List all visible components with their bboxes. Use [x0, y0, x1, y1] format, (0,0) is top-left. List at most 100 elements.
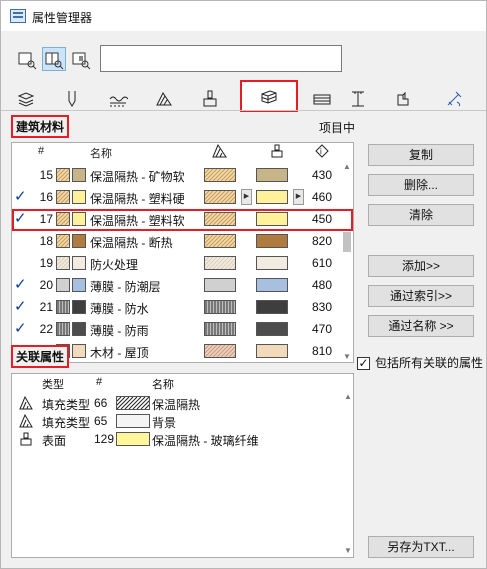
surface-swatch: [72, 256, 86, 270]
fill-picker-arrow-icon[interactable]: ▶: [241, 189, 252, 205]
row-num: 20: [39, 278, 53, 292]
tab-fill-types[interactable]: [141, 86, 187, 112]
fill-swatch: [56, 190, 70, 204]
check-icon: ✓: [14, 298, 27, 315]
table-row[interactable]: ✓ 22 薄膜 - 防雨 470: [12, 319, 340, 339]
tab-surfaces[interactable]: [187, 86, 233, 112]
surface-color-swatch: [256, 344, 288, 358]
attribute-tab-bar: [1, 80, 486, 112]
assoc-swatch: [116, 432, 150, 446]
check-icon: ✓: [14, 210, 27, 227]
surface-swatch: [72, 278, 86, 292]
search-input[interactable]: [100, 45, 342, 72]
scroll-thumb[interactable]: [343, 232, 351, 252]
fill-pattern-swatch: [204, 344, 236, 358]
fill-pattern-swatch: [204, 168, 236, 182]
col2-name: 名称: [152, 379, 174, 391]
table-row[interactable]: 18 保温隔热 - 断热 820: [12, 231, 340, 251]
add-button[interactable]: 添加>>: [368, 255, 474, 277]
assoc-type: 表面: [42, 434, 67, 448]
fill-swatch: [56, 322, 70, 336]
assoc-row[interactable]: 表面 129 保温隔热 - 玻璃纤维: [12, 430, 342, 448]
tab-profiles[interactable]: [335, 86, 381, 112]
include-all-label: 包括所有关联的属性: [375, 356, 484, 370]
assoc-row[interactable]: 填充类型 65 背景: [12, 412, 342, 430]
by-index-button[interactable]: 通过索引>>: [368, 285, 474, 307]
row-priority: 470: [311, 322, 332, 336]
row-name: 保温隔热 - 塑料软: [90, 214, 185, 228]
surface-swatch: [72, 322, 86, 336]
surface-color-swatch: [256, 190, 288, 204]
table-row[interactable]: ✓ 17 保温隔热 - 塑料软 450: [12, 209, 340, 229]
table-row-selected[interactable]: ✓ 16 保温隔热 - 塑料硬 460 ▶ ▶: [12, 187, 340, 207]
fill-pattern-swatch: [204, 300, 236, 314]
save-as-txt-button[interactable]: 另存为TXT...: [368, 536, 474, 558]
building-materials-heading: 建筑材料: [11, 115, 70, 138]
by-name-button[interactable]: 通过名称 >>: [368, 315, 474, 337]
window-title: 属性管理器: [32, 11, 93, 25]
surface-picker-arrow-icon[interactable]: ▶: [293, 189, 304, 205]
surface-swatch: [72, 234, 86, 248]
table-row[interactable]: ✓ 21 薄膜 - 防水 830: [12, 297, 340, 317]
include-all-checkbox[interactable]: ✓: [357, 357, 370, 370]
clear-button[interactable]: 清除: [368, 204, 474, 226]
scroll-up-icon[interactable]: ▲: [343, 162, 351, 171]
scroll2-up-icon[interactable]: ▲: [344, 392, 352, 401]
table-row[interactable]: ✓ 20 薄膜 - 防潮层 480: [12, 275, 340, 295]
table-row[interactable]: 15 保温隔热 - 矿物软 430: [12, 165, 340, 185]
row-num: 21: [39, 300, 53, 314]
row-priority: 430: [311, 168, 332, 182]
copy-button[interactable]: 复制: [368, 144, 474, 166]
row-num: 17: [39, 212, 53, 226]
scroll2-down-icon[interactable]: ▼: [344, 546, 352, 555]
surface-swatch: [72, 168, 86, 182]
tab-mep[interactable]: [431, 86, 477, 112]
surface-color-swatch: [256, 256, 288, 270]
tab-building-materials[interactable]: [240, 80, 298, 112]
list-scrollbar[interactable]: ▲ ▼: [341, 162, 353, 362]
fill-swatch: [56, 212, 70, 226]
view-details-icon[interactable]: [42, 47, 66, 71]
row-num: 22: [39, 322, 53, 336]
row-priority: 820: [311, 234, 332, 248]
tab-markup-styles[interactable]: [382, 86, 428, 112]
assoc-num: 65: [94, 414, 108, 428]
fill-pattern-swatch: [204, 322, 236, 336]
tab-pens[interactable]: [49, 86, 95, 112]
assoc-name: 背景: [152, 416, 177, 430]
surface-swatch: [72, 300, 86, 314]
row-name: 薄膜 - 防雨: [90, 324, 149, 338]
fill-swatch: [56, 234, 70, 248]
building-materials-list: # 名称 i 15 保温隔热 - 矿物软 430 ✓ 16 保温隔热 - 塑料硬…: [11, 142, 354, 363]
tab-line-types[interactable]: [95, 86, 141, 112]
scroll-down-icon[interactable]: ▼: [343, 352, 351, 361]
surface-color-swatch: [256, 300, 288, 314]
col2-num: #: [96, 376, 103, 388]
view-preview-icon[interactable]: [69, 47, 93, 71]
row-priority: 810: [311, 344, 332, 358]
row-num: 18: [39, 234, 53, 248]
view-list-icon[interactable]: [15, 47, 39, 71]
fill-swatch: [56, 300, 70, 314]
assoc-swatch: [116, 396, 150, 410]
delete-button[interactable]: 删除...: [368, 174, 474, 196]
list-header: # 名称 i: [12, 143, 353, 160]
col-name: 名称: [90, 148, 112, 160]
client-area: 建筑材料 项目中 # 名称 i 15 保温隔热 - 矿物软 430 ✓ 16 保…: [1, 31, 486, 568]
fill-pattern-swatch: [204, 212, 236, 226]
row-num: 19: [39, 256, 53, 270]
list2-scrollbar[interactable]: ▲ ▼: [343, 392, 353, 557]
fill-swatch: [56, 256, 70, 270]
svg-text:i: i: [320, 147, 322, 156]
tab-composites[interactable]: [3, 86, 49, 112]
assoc-type: 填充类型: [42, 416, 91, 430]
table-row[interactable]: 19 防火处理 610: [12, 253, 340, 273]
surface-color-swatch: [256, 168, 288, 182]
surface-color-swatch: [256, 212, 288, 226]
check-icon: ✓: [14, 188, 27, 205]
row-name: 防火处理: [90, 258, 139, 272]
list2-header: 类型 # 名称: [12, 374, 353, 391]
in-project-label: 项目中: [319, 121, 356, 135]
assoc-row[interactable]: 填充类型 66 保温隔热: [12, 394, 342, 412]
row-num: 15: [39, 168, 53, 182]
